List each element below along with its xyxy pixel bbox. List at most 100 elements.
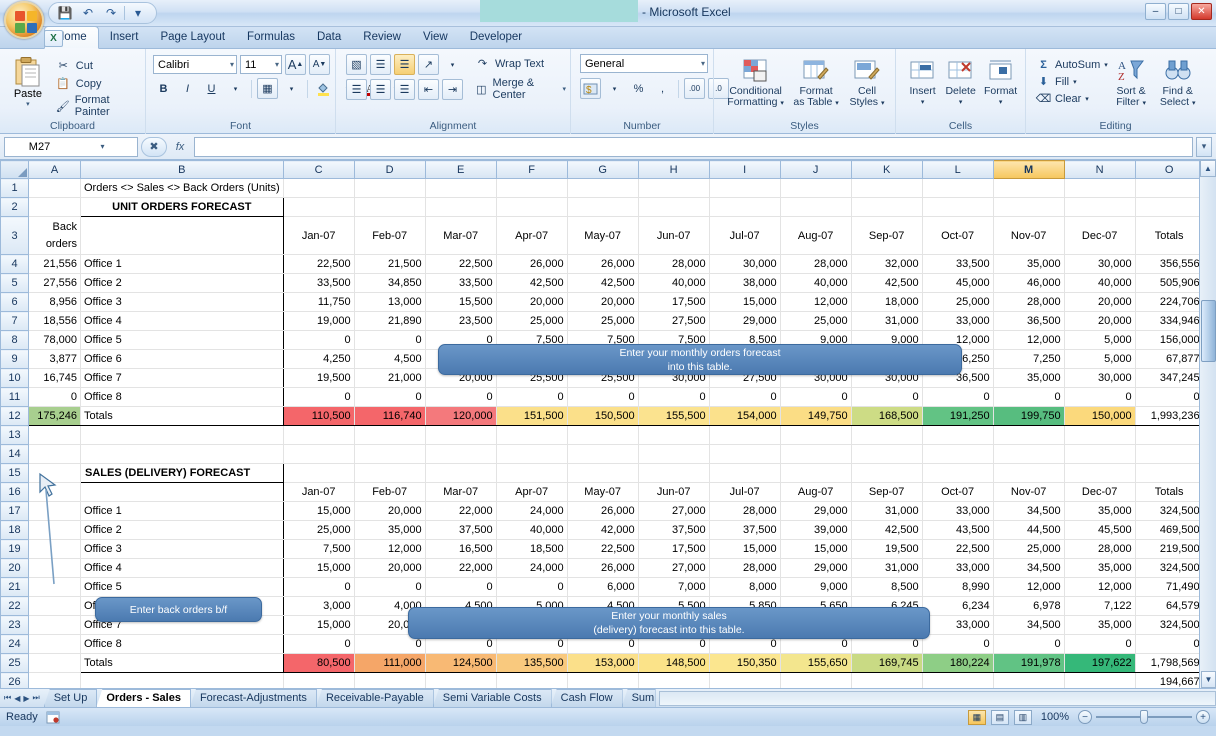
cell-K4[interactable]: 32,000 — [850, 254, 923, 274]
cell-A4[interactable]: 21,556 — [28, 254, 81, 274]
cell-J1[interactable] — [780, 178, 852, 198]
cell-B2[interactable]: UNIT ORDERS FORECAST — [80, 197, 284, 217]
cell-C9[interactable]: 4,250 — [282, 349, 355, 369]
cell-M15[interactable] — [993, 463, 1065, 483]
cell-L24[interactable]: 0 — [921, 634, 994, 654]
cell-I26[interactable] — [709, 672, 781, 688]
cell-G1[interactable] — [567, 178, 639, 198]
expand-formula-bar-icon[interactable]: ▾ — [1196, 136, 1212, 157]
cell-O15[interactable] — [1135, 463, 1204, 483]
find-select-button[interactable]: Find & Select ▾ — [1154, 54, 1201, 109]
column-header-f[interactable]: F — [495, 160, 568, 179]
cell-M4[interactable]: 35,000 — [992, 254, 1065, 274]
cell-E2[interactable] — [425, 197, 497, 217]
sort-filter-button[interactable]: A Z Sort & Filter ▾ — [1108, 54, 1155, 109]
row-header-4[interactable]: 4 — [0, 254, 29, 274]
row-header-23[interactable]: 23 — [0, 615, 29, 635]
orientation-button[interactable]: ↗ — [418, 54, 439, 75]
cell-H26[interactable] — [638, 672, 710, 688]
cell-N8[interactable]: 5,000 — [1063, 330, 1136, 350]
cell-K14[interactable] — [851, 444, 923, 464]
sheet-tab-set-up[interactable]: Set Up — [43, 689, 98, 707]
chevron-down-icon[interactable]: ▾ — [698, 59, 705, 68]
cell-O9[interactable]: 67,877 — [1135, 349, 1204, 369]
cell-M20[interactable]: 34,500 — [992, 558, 1065, 578]
cell-C7[interactable]: 19,000 — [282, 311, 355, 331]
format-dropdown-icon[interactable]: ▾ — [999, 97, 1003, 108]
cell-styles-button[interactable]: Cell Styles ▾ — [843, 54, 891, 109]
cell-K21[interactable]: 8,500 — [850, 577, 923, 597]
cell-H5[interactable]: 40,000 — [637, 273, 710, 293]
cell-F16[interactable]: Apr-07 — [496, 482, 568, 502]
cell-M18[interactable]: 44,500 — [992, 520, 1065, 540]
row-header-12[interactable]: 12 — [0, 406, 29, 426]
tab-view[interactable]: View — [412, 27, 459, 48]
zoom-out-button[interactable]: − — [1078, 710, 1092, 724]
cell-F25[interactable]: 135,500 — [496, 653, 568, 673]
cell-I20[interactable]: 28,000 — [708, 558, 781, 578]
cell-M14[interactable] — [993, 444, 1065, 464]
cell-N17[interactable]: 35,000 — [1063, 501, 1136, 521]
underline-dropdown-icon[interactable]: ▾ — [225, 78, 246, 99]
cell-N4[interactable]: 30,000 — [1063, 254, 1136, 274]
column-header-d[interactable]: D — [353, 160, 426, 179]
zoom-slider[interactable]: − + — [1078, 710, 1210, 724]
row-header-22[interactable]: 22 — [0, 596, 29, 616]
cell-A15[interactable] — [28, 463, 81, 483]
cell-L12[interactable]: 191,250 — [922, 406, 994, 426]
cell-G21[interactable]: 6,000 — [566, 577, 639, 597]
window-controls[interactable]: – □ ✕ — [1145, 3, 1212, 20]
row-header-1[interactable]: 1 — [0, 178, 29, 198]
cell-N11[interactable]: 0 — [1063, 387, 1136, 407]
cell-B25[interactable]: Totals — [80, 653, 284, 673]
vertical-scroll-thumb[interactable] — [1201, 300, 1216, 362]
cell-K15[interactable] — [851, 463, 923, 483]
cell-J2[interactable] — [780, 197, 852, 217]
cell-I3[interactable]: Jul-07 — [709, 216, 781, 255]
cell-K19[interactable]: 19,500 — [850, 539, 923, 559]
cell-N9[interactable]: 5,000 — [1063, 349, 1136, 369]
column-header-i[interactable]: I — [708, 160, 781, 179]
cell-G11[interactable]: 0 — [566, 387, 639, 407]
cell-M22[interactable]: 6,978 — [992, 596, 1065, 616]
cell-L11[interactable]: 0 — [921, 387, 994, 407]
cell-I14[interactable] — [709, 444, 781, 464]
tab-review[interactable]: Review — [352, 27, 412, 48]
cell-C20[interactable]: 15,000 — [282, 558, 355, 578]
cell-L14[interactable] — [922, 444, 994, 464]
cell-B14[interactable] — [80, 444, 284, 464]
cell-A8[interactable]: 78,000 — [28, 330, 81, 350]
sheet-tab-orders-sales[interactable]: Orders - Sales — [96, 689, 191, 707]
cell-M3[interactable]: Nov-07 — [993, 216, 1065, 255]
autosum-button[interactable]: Σ AutoSum ▾ — [1036, 57, 1108, 72]
cell-L1[interactable] — [922, 178, 994, 198]
cell-B20[interactable]: Office 4 — [80, 558, 284, 578]
cell-A14[interactable] — [28, 444, 81, 464]
cell-K13[interactable] — [851, 425, 923, 445]
column-header-h[interactable]: H — [637, 160, 710, 179]
cell-O13[interactable] — [1135, 425, 1204, 445]
save-icon[interactable]: 💾 — [55, 4, 75, 22]
cell-J13[interactable] — [780, 425, 852, 445]
cell-E19[interactable]: 16,500 — [424, 539, 497, 559]
column-header-n[interactable]: N — [1063, 160, 1136, 179]
select-all-corner[interactable] — [0, 160, 29, 179]
cell-E13[interactable] — [425, 425, 497, 445]
cell-A23[interactable] — [28, 615, 81, 635]
cell-D10[interactable]: 21,000 — [353, 368, 426, 388]
format-painter-button[interactable]: 🖌 Format Painter — [56, 94, 141, 118]
chevron-down-icon[interactable]: ▾ — [227, 60, 234, 69]
name-box[interactable]: M27 ▾ — [4, 136, 138, 157]
cell-M16[interactable]: Nov-07 — [993, 482, 1065, 502]
cell-C14[interactable] — [283, 444, 355, 464]
cell-C6[interactable]: 11,750 — [282, 292, 355, 312]
increase-decimal-button[interactable]: .00 — [684, 78, 705, 99]
row-header-25[interactable]: 25 — [0, 653, 29, 673]
cell-E15[interactable] — [425, 463, 497, 483]
cell-F5[interactable]: 42,500 — [495, 273, 568, 293]
cell-D1[interactable] — [354, 178, 426, 198]
cell-F20[interactable]: 24,000 — [495, 558, 568, 578]
row-header-19[interactable]: 19 — [0, 539, 29, 559]
cell-K16[interactable]: Sep-07 — [851, 482, 923, 502]
cell-L3[interactable]: Oct-07 — [922, 216, 994, 255]
